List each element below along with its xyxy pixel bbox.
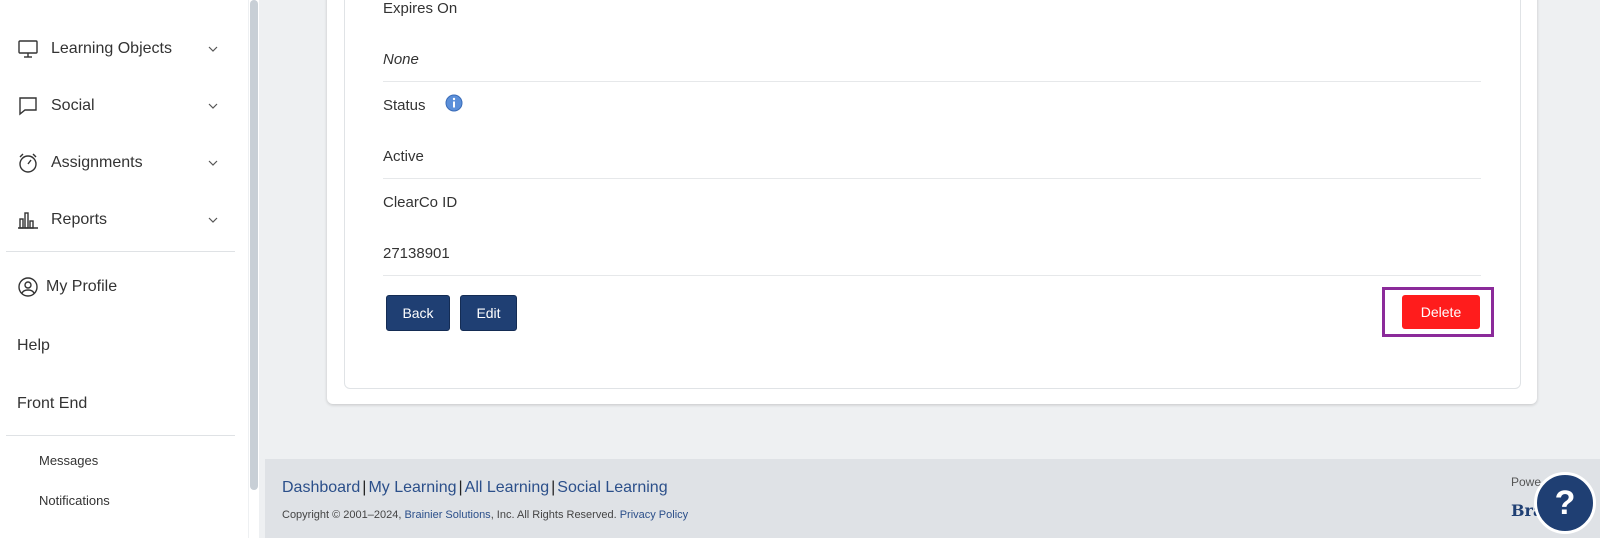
sidebar-item-label: Reports <box>51 211 108 228</box>
expires-on-label: Expires On <box>383 0 458 17</box>
sidebar-item-notifications[interactable]: Notifications <box>39 493 110 508</box>
chevron-down-icon <box>207 156 219 168</box>
chevron-down-icon <box>207 42 219 54</box>
copyright-suffix: , Inc. All Rights Reserved. <box>490 509 620 521</box>
sidebar-item-social[interactable]: Social <box>17 91 227 121</box>
stopwatch-icon <box>17 152 39 174</box>
chevron-down-icon <box>207 213 219 225</box>
back-button[interactable]: Back <box>386 295 450 331</box>
bar-chart-icon <box>17 209 39 231</box>
delete-button[interactable]: Delete <box>1402 295 1480 329</box>
details-panel <box>344 0 1521 389</box>
sidebar-item-label: Assignments <box>51 154 143 171</box>
footer-link-my-learning[interactable]: My Learning <box>368 479 456 496</box>
row-separator <box>383 178 1481 179</box>
sidebar-item-messages[interactable]: Messages <box>39 453 98 468</box>
help-button[interactable]: ? <box>1534 472 1596 534</box>
link-separator: | <box>458 479 463 496</box>
sidebar-item-learning-objects[interactable]: Learning Objects <box>17 34 227 64</box>
monitor-icon <box>17 38 39 60</box>
clearco-id-label: ClearCo ID <box>383 194 458 211</box>
sidebar-item-label: Learning Objects <box>51 40 172 57</box>
footer-links: Dashboard | My Learning | All Learning | Socia… <box>282 479 668 497</box>
chevron-down-icon <box>207 99 219 111</box>
copyright-prefix: Copyright © 2001–2024, <box>282 509 405 521</box>
info-icon[interactable] <box>445 94 463 112</box>
footer-link-all-learning[interactable]: All Learning <box>465 479 550 496</box>
clearco-id-value: 27138901 <box>383 245 450 262</box>
copyright-text: Copyright © 2001–2024, Brainier Solution… <box>282 509 688 521</box>
row-separator <box>383 81 1481 82</box>
sidebar-item-help[interactable]: Help <box>17 337 50 355</box>
sidebar: Learning Objects Social Assignments Repo… <box>0 0 248 538</box>
footer: Dashboard | My Learning | All Learning | Socia… <box>265 459 1600 538</box>
expires-on-value: None <box>383 51 419 68</box>
sidebar-item-reports[interactable]: Reports <box>17 205 227 235</box>
privacy-policy-link[interactable]: Privacy Policy <box>620 509 688 521</box>
sidebar-item-my-profile[interactable]: My Profile <box>17 272 227 302</box>
sidebar-scrollbar[interactable] <box>249 0 259 538</box>
footer-link-dashboard[interactable]: Dashboard <box>282 479 360 496</box>
sidebar-item-front-end[interactable]: Front End <box>17 395 87 413</box>
footer-link-social-learning[interactable]: Social Learning <box>557 479 667 496</box>
sidebar-divider <box>6 251 235 252</box>
company-link[interactable]: Brainier Solutions <box>404 509 490 521</box>
sidebar-item-assignments[interactable]: Assignments <box>17 148 227 178</box>
powered-by-text: Powe <box>1511 475 1542 489</box>
sidebar-item-label: Social <box>51 97 95 114</box>
sidebar-divider <box>6 435 235 436</box>
chat-bubble-icon <box>17 95 39 117</box>
status-label: Status <box>383 97 426 114</box>
status-value: Active <box>383 148 424 165</box>
sidebar-item-label: My Profile <box>46 278 118 295</box>
sidebar-scrollbar-thumb[interactable] <box>250 0 258 490</box>
edit-button[interactable]: Edit <box>460 295 517 331</box>
user-circle-icon <box>17 276 39 298</box>
row-separator <box>383 275 1481 276</box>
